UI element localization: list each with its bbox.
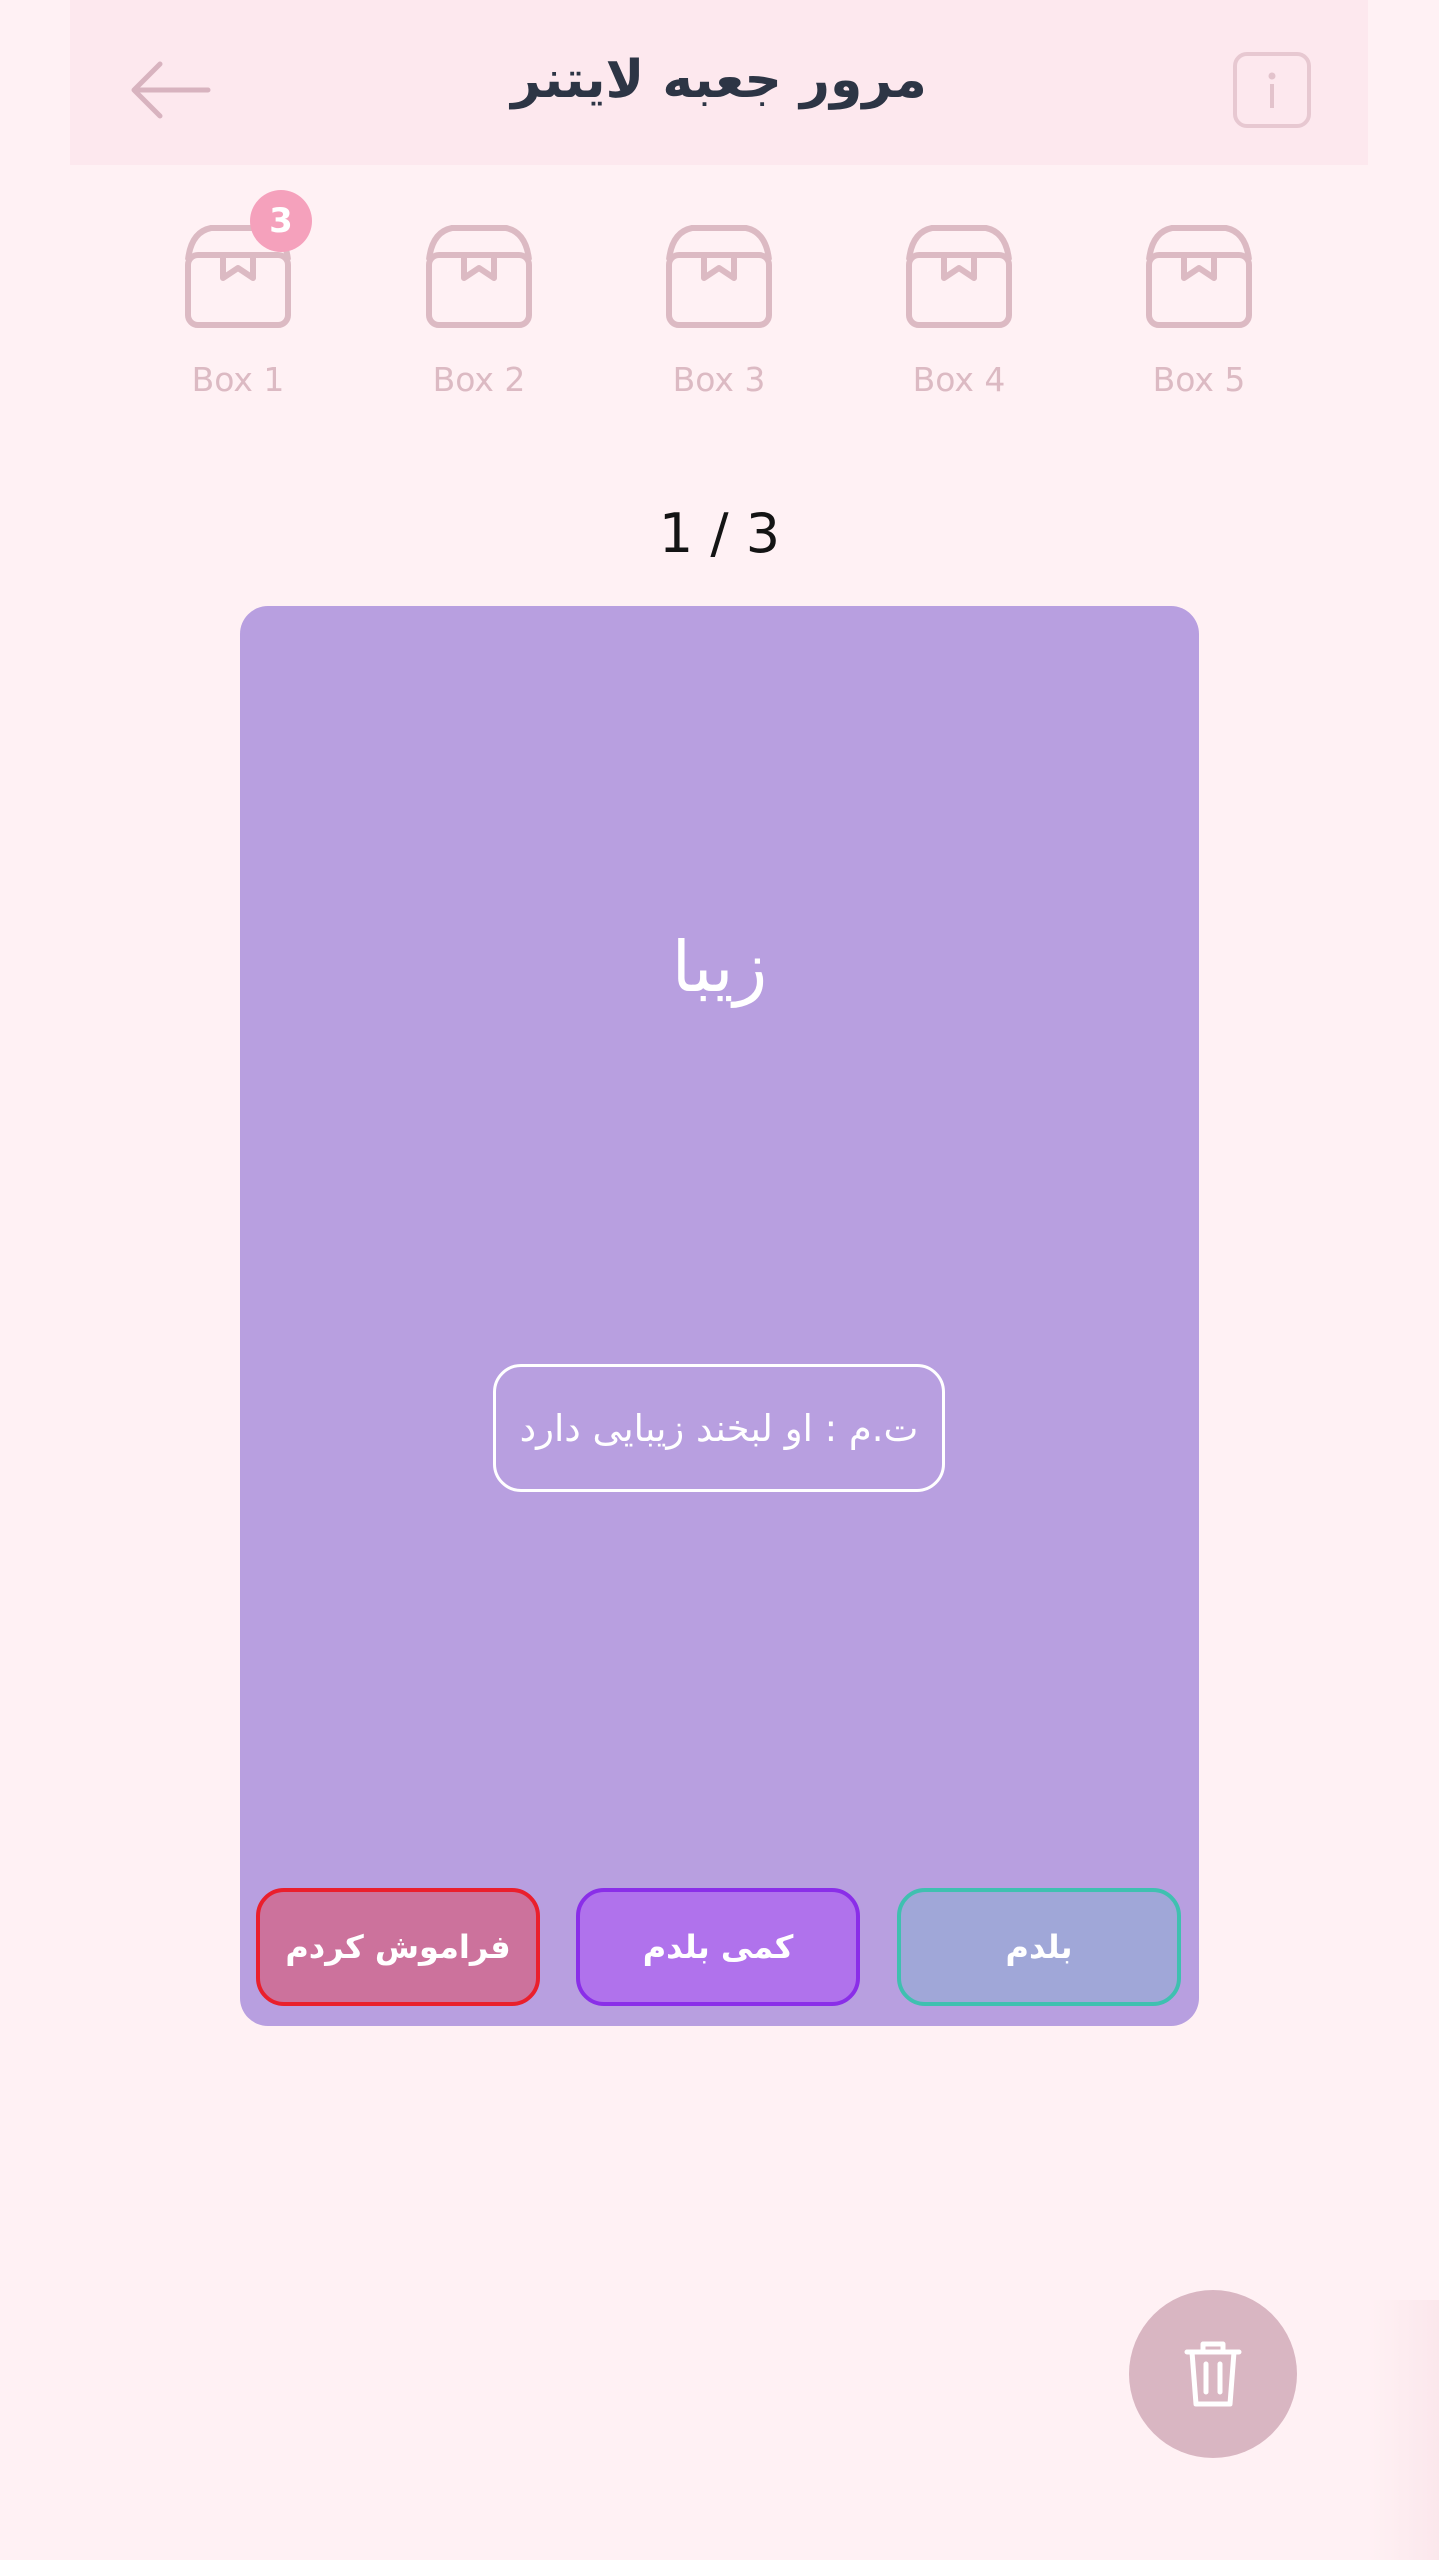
know-button[interactable]: بلدم xyxy=(897,1888,1181,2006)
box-icon xyxy=(1146,225,1252,328)
box-label: Box 3 xyxy=(672,360,766,399)
trash-icon xyxy=(1184,2341,1242,2407)
box-1-count-badge: 3 xyxy=(250,190,312,252)
card-word: زیبا xyxy=(671,926,768,1008)
review-screen: مرور جعبه لایتنر 3 Box 1 Box 2 Box 3 Box… xyxy=(0,0,1439,2560)
box-label: Box 4 xyxy=(912,360,1006,399)
box-2[interactable]: Box 2 xyxy=(399,190,559,410)
box-3[interactable]: Box 3 xyxy=(639,190,799,410)
box-label: Box 1 xyxy=(191,360,285,399)
box-1[interactable]: 3 Box 1 xyxy=(158,190,318,410)
app-header: مرور جعبه لایتنر xyxy=(70,0,1368,165)
box-icon xyxy=(426,225,532,328)
page-title: مرور جعبه لایتنر xyxy=(511,50,927,110)
card-counter: 1 / 3 xyxy=(658,502,781,565)
example-sentence[interactable]: ت.م : او لبخند زیبایی دارد xyxy=(493,1364,945,1492)
box-label: Box 5 xyxy=(1152,360,1246,399)
box-icon xyxy=(666,225,772,328)
flashcard[interactable]: زیبا ت.م : او لبخند زیبایی دارد فراموش ک… xyxy=(240,606,1199,2026)
know-a-little-button[interactable]: کمی بلدم xyxy=(576,1888,860,2006)
edge-shadow xyxy=(1368,2300,1439,2560)
delete-button[interactable] xyxy=(1129,2290,1297,2458)
box-label: Box 2 xyxy=(432,360,526,399)
box-icon xyxy=(906,225,1012,328)
forgot-button[interactable]: فراموش کردم xyxy=(256,1888,540,2006)
leitner-boxes: 3 Box 1 Box 2 Box 3 Box 4 Box 5 xyxy=(0,190,1439,430)
info-button[interactable] xyxy=(1233,52,1311,128)
box-4[interactable]: Box 4 xyxy=(879,190,1039,410)
info-icon xyxy=(1268,72,1276,108)
box-5[interactable]: Box 5 xyxy=(1119,190,1279,410)
